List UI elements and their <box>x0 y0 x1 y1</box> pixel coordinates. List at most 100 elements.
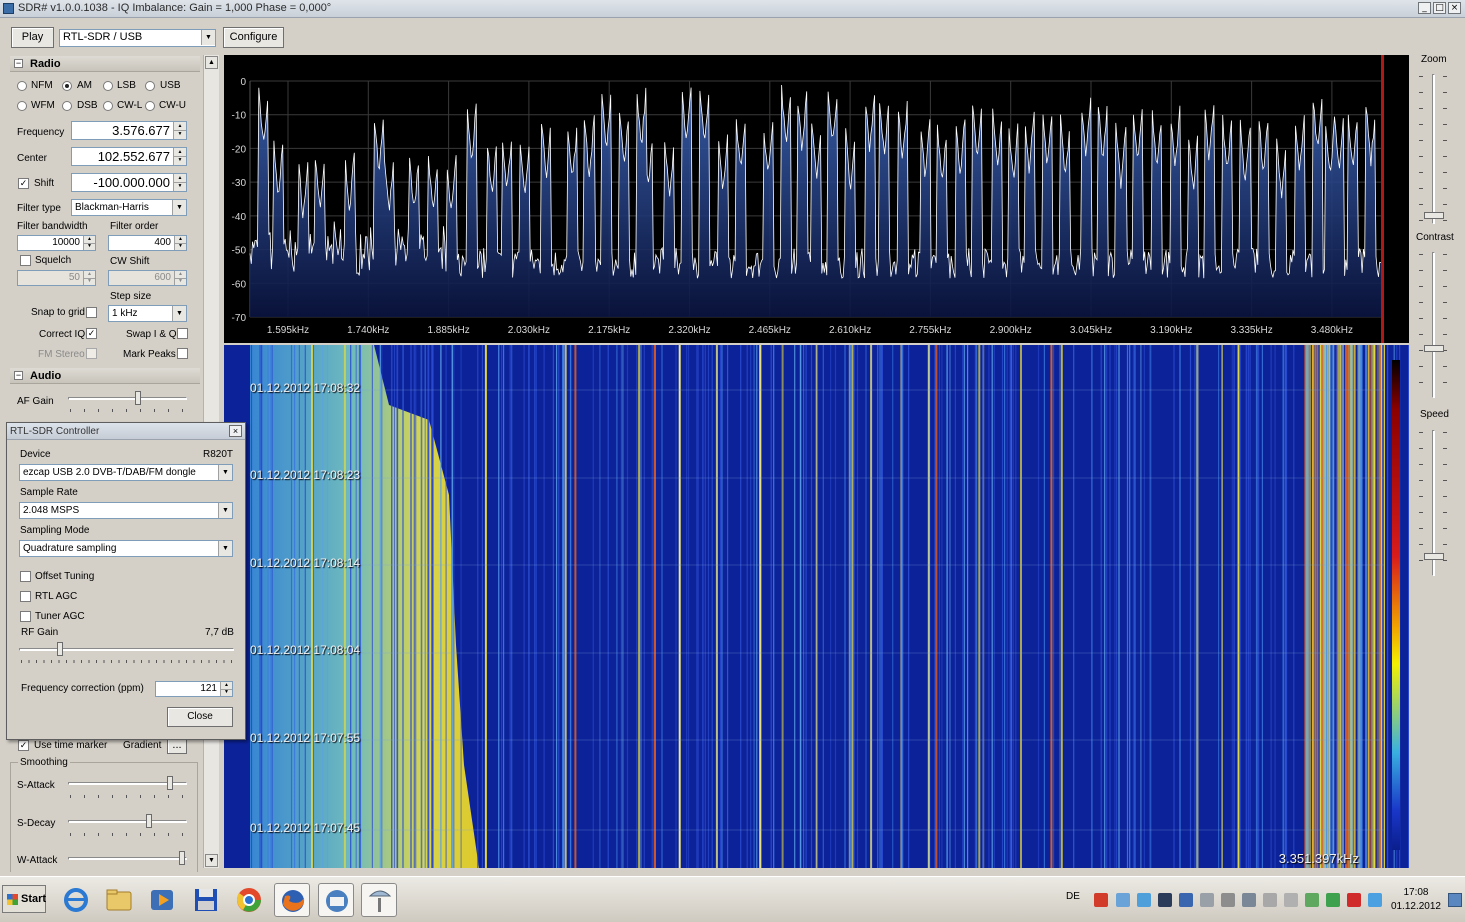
freq-correction-input[interactable]: 121 <box>155 681 233 697</box>
radio-section-header[interactable]: − Radio <box>10 56 200 72</box>
play-button[interactable]: Play <box>11 27 54 48</box>
shift-spinner[interactable] <box>173 174 186 191</box>
chevron-down-icon[interactable]: ▼ <box>172 200 186 215</box>
tray-flame-icon[interactable] <box>1094 893 1108 907</box>
zoom-track[interactable] <box>1432 74 1435 224</box>
rf-gain-track[interactable] <box>19 648 234 651</box>
step-size-select[interactable]: 1 kHz ▼ <box>108 305 187 322</box>
source-select[interactable]: RTL-SDR / USB ▼ <box>59 29 216 47</box>
chrome-icon[interactable] <box>231 883 267 917</box>
tray-usb-icon[interactable] <box>1221 893 1235 907</box>
close-icon[interactable]: × <box>1448 2 1461 14</box>
tray-shield-icon[interactable] <box>1179 893 1193 907</box>
language-indicator[interactable]: DE <box>1066 891 1080 902</box>
s-decay-thumb[interactable] <box>146 814 152 828</box>
collapse-icon[interactable]: − <box>14 59 23 68</box>
tray-update-icon[interactable] <box>1305 893 1319 907</box>
snap-to-grid-checkbox[interactable] <box>86 307 97 318</box>
tray-cloud-icon[interactable] <box>1137 893 1151 907</box>
filter-bandwidth-input[interactable]: 10000 <box>17 235 96 251</box>
rtl-agc-checkbox[interactable] <box>20 591 31 602</box>
s-attack-thumb[interactable] <box>167 776 173 790</box>
af-gain-track[interactable] <box>68 397 187 400</box>
s-decay-track[interactable] <box>68 820 187 823</box>
chevron-down-icon[interactable]: ▼ <box>218 503 232 518</box>
clock[interactable]: 17:08 01.12.2012 <box>1391 886 1441 914</box>
waterfall-display[interactable]: 01.12.2012 17:08:32 01.12.2012 17:08:23 … <box>224 345 1409 868</box>
scroll-down-icon[interactable]: ▼ <box>205 854 218 867</box>
rf-gain-thumb[interactable] <box>57 642 63 656</box>
tray-bluetooth-icon[interactable] <box>1368 893 1382 907</box>
tray-check-icon[interactable] <box>1326 893 1340 907</box>
tray-network-icon[interactable] <box>1242 893 1256 907</box>
w-attack-track[interactable] <box>68 857 187 860</box>
tray-flag-icon[interactable] <box>1200 893 1214 907</box>
mode-am-radio[interactable] <box>62 81 72 91</box>
mode-cwl-radio[interactable] <box>103 101 113 111</box>
center-spinner[interactable] <box>173 148 186 165</box>
shift-checkbox[interactable]: ✓ <box>18 178 29 189</box>
mode-wfm-radio[interactable] <box>17 101 27 111</box>
spectrum-plot[interactable]: 0-10-20-30-40-50-60-70 1.595kHz 1.740kHz 1… <box>224 55 1409 343</box>
swap-iq-checkbox[interactable] <box>177 328 188 339</box>
w-attack-thumb[interactable] <box>179 851 185 865</box>
mode-usb-radio[interactable] <box>145 81 155 91</box>
scroll-up-icon[interactable]: ▲ <box>205 56 218 69</box>
tray-volume-icon[interactable] <box>1263 893 1277 907</box>
filter-type-select[interactable]: Blackman-Harris ▼ <box>71 199 187 216</box>
zoom-thumb[interactable] <box>1424 212 1444 219</box>
close-icon[interactable]: × <box>229 425 242 437</box>
mode-lsb-radio[interactable] <box>103 81 113 91</box>
mode-cwu-radio[interactable] <box>145 101 155 111</box>
firefox-icon[interactable] <box>274 883 310 917</box>
thunderbird-icon[interactable] <box>318 883 354 917</box>
chevron-down-icon[interactable]: ▼ <box>172 306 186 321</box>
filter-order-spinner[interactable] <box>174 236 186 250</box>
chevron-down-icon[interactable]: ▼ <box>218 465 232 480</box>
close-button[interactable]: Close <box>167 707 233 727</box>
mode-dsb-radio[interactable] <box>62 101 72 111</box>
internet-explorer-icon[interactable] <box>58 883 94 917</box>
file-explorer-icon[interactable] <box>101 883 137 917</box>
audio-section-header[interactable]: − Audio <box>10 368 200 384</box>
shift-input[interactable]: -100.000.000 <box>71 173 187 192</box>
maximize-icon[interactable]: □ <box>1433 2 1446 14</box>
media-player-icon[interactable] <box>144 883 180 917</box>
spectrum-tuning-marker[interactable] <box>1381 55 1384 343</box>
chevron-down-icon[interactable]: ▼ <box>218 541 232 556</box>
frequency-input[interactable]: 3.576.677 <box>71 121 187 140</box>
collapse-icon[interactable]: − <box>14 371 23 380</box>
correct-iq-checkbox[interactable]: ✓ <box>86 328 97 339</box>
save-disk-icon[interactable] <box>188 883 224 917</box>
filter-bandwidth-spinner[interactable] <box>83 236 95 250</box>
mark-peaks-checkbox[interactable] <box>177 348 188 359</box>
squelch-checkbox[interactable] <box>20 255 31 266</box>
contrast-thumb[interactable] <box>1424 345 1444 352</box>
tray-monitor-icon[interactable] <box>1158 893 1172 907</box>
sampling-mode-select[interactable]: Quadrature sampling ▼ <box>19 540 233 557</box>
speed-thumb[interactable] <box>1424 553 1444 560</box>
sdr-app-icon[interactable] <box>361 883 397 917</box>
show-desktop-icon[interactable] <box>1448 893 1462 907</box>
chevron-down-icon[interactable]: ▼ <box>201 30 215 45</box>
tray-pdf-icon[interactable] <box>1347 893 1361 907</box>
configure-button[interactable]: Configure <box>223 27 284 48</box>
use-time-marker-checkbox[interactable]: ✓ <box>18 740 29 751</box>
start-button[interactable]: Start <box>2 885 46 913</box>
contrast-track[interactable] <box>1432 252 1435 398</box>
offset-tuning-checkbox[interactable] <box>20 571 31 582</box>
cw-shift-spinner[interactable] <box>174 271 186 285</box>
fm-stereo-checkbox[interactable] <box>86 348 97 359</box>
squelch-spinner[interactable] <box>83 271 95 285</box>
tuner-agc-checkbox[interactable] <box>20 611 31 622</box>
center-input[interactable]: 102.552.677 <box>71 147 187 166</box>
tray-mail-icon[interactable] <box>1116 893 1130 907</box>
filter-order-input[interactable]: 400 <box>108 235 187 251</box>
spectrum-analyzer[interactable]: 0 -10 -20 -30 -40 -50 -60 -70 1.595kHz 1.740kHz 1… <box>224 55 1409 343</box>
device-select[interactable]: ezcap USB 2.0 DVB-T/DAB/FM dongle ▼ <box>19 464 233 481</box>
mode-nfm-radio[interactable] <box>17 81 27 91</box>
sample-rate-select[interactable]: 2.048 MSPS ▼ <box>19 502 233 519</box>
cw-shift-input[interactable]: 600 <box>108 270 187 286</box>
tray-pen-icon[interactable] <box>1284 893 1298 907</box>
frequency-spinner[interactable] <box>173 122 186 139</box>
